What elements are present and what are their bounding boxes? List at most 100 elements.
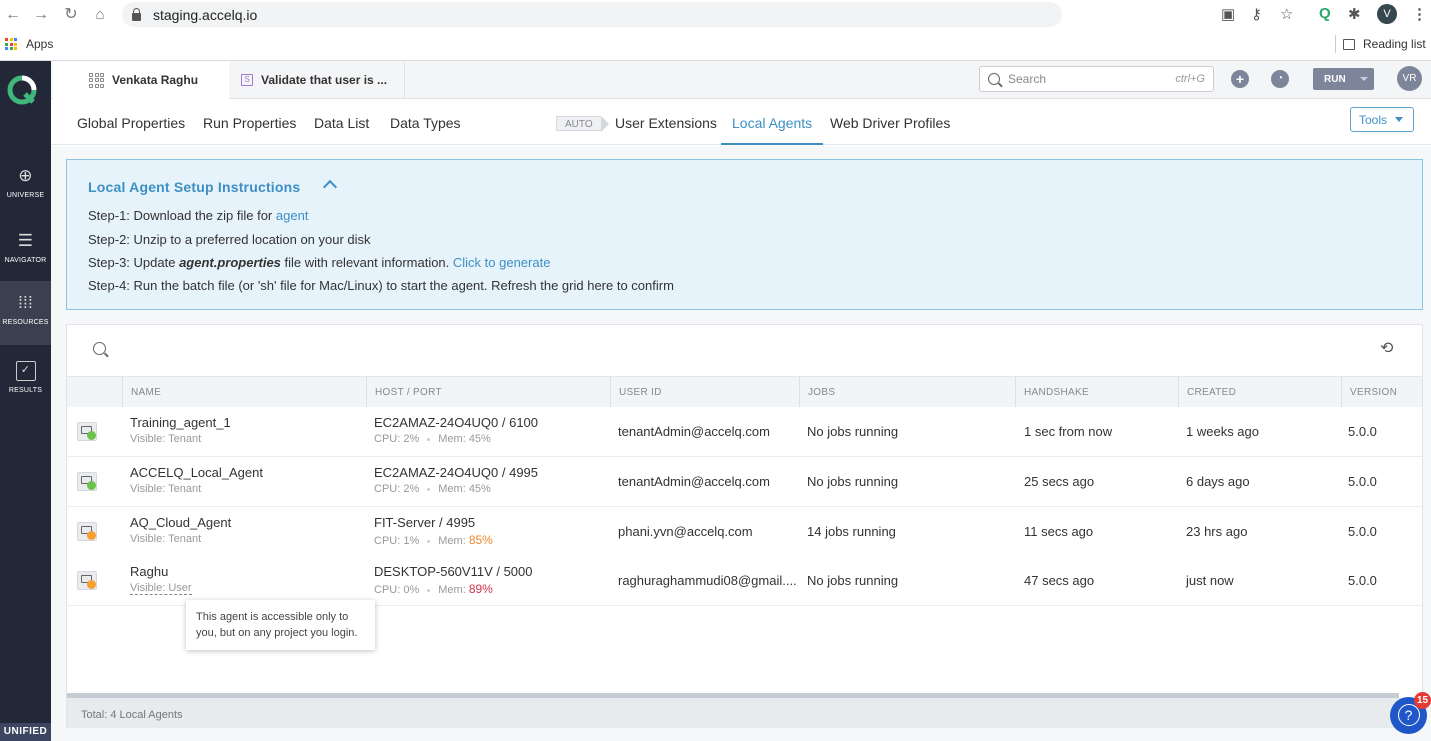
step-text: Step-1: Download the zip file for xyxy=(88,208,276,223)
nav-web-driver-profiles[interactable]: Web Driver Profiles xyxy=(830,100,950,145)
search-shortcut: ctrl+G xyxy=(1175,73,1205,85)
notification-badge: 15 xyxy=(1414,692,1431,709)
forward-icon[interactable]: → xyxy=(33,7,49,23)
mem-usage: 45% xyxy=(468,433,491,445)
cpu-usage: CPU: 2% xyxy=(374,433,420,445)
agent-resources: CPU: 1% Mem: 85% xyxy=(374,533,493,547)
table-header: NAME HOST / PORT USER ID JOBS HANDSHAKE … xyxy=(67,376,1422,408)
cpu-usage: CPU: 1% xyxy=(374,535,420,547)
column-header-name[interactable]: NAME xyxy=(122,377,366,408)
tab-label: Validate that user is ... xyxy=(261,73,388,87)
nav-local-agents[interactable]: Local Agents xyxy=(721,100,824,145)
mem-label: Mem: xyxy=(438,483,469,495)
separator-dot xyxy=(427,437,431,441)
user-avatar[interactable]: VR xyxy=(1397,66,1422,91)
agent-user-id: tenantAdmin@accelq.com xyxy=(618,474,770,489)
agent-version: 5.0.0 xyxy=(1348,524,1377,539)
status-dot xyxy=(87,580,96,589)
browser-toolbar: ← → ↻ ⌂ staging.accelq.io ▣ ⚷ ☆ Q ✱ V ⋮ xyxy=(0,0,1431,30)
rail-item-results[interactable]: ✓ RESULTS xyxy=(0,349,51,413)
s-icon: S xyxy=(241,74,253,86)
grid-icon xyxy=(89,72,104,88)
agent-user-id: raghuraghammudi08@gmail.... xyxy=(618,573,797,588)
bookmarks-bar: Apps Reading list xyxy=(0,30,1431,61)
agent-visibility[interactable]: Visible: User xyxy=(130,582,192,595)
star-icon[interactable]: ☆ xyxy=(1280,5,1293,23)
agent-user-id: tenantAdmin@accelq.com xyxy=(618,424,770,439)
rail-item-label: UNIVERSE xyxy=(6,192,45,199)
reading-list-button[interactable]: Reading list xyxy=(1335,35,1426,53)
agent-version: 5.0.0 xyxy=(1348,573,1377,588)
agent-name[interactable]: AQ_Cloud_Agent xyxy=(130,515,231,530)
rail-item-navigator[interactable]: ☰ NAVIGATOR xyxy=(0,219,51,283)
status-dot xyxy=(87,431,96,440)
refresh-icon[interactable]: ⟲ xyxy=(1380,341,1398,357)
agent-resources: CPU: 2% Mem: 45% xyxy=(374,483,491,495)
nav-run-properties[interactable]: Run Properties xyxy=(203,100,296,145)
agent-name[interactable]: Training_agent_1 xyxy=(130,415,231,430)
agent-jobs: No jobs running xyxy=(807,424,899,439)
column-header-host-port[interactable]: HOST / PORT xyxy=(366,377,610,408)
visibility-tooltip: This agent is accessible only to you, bu… xyxy=(186,600,375,650)
tab-venkata-raghu[interactable]: Venkata Raghu xyxy=(53,61,229,99)
nav-data-list[interactable]: Data List xyxy=(314,100,369,145)
accelq-logo[interactable] xyxy=(7,75,37,105)
table-row[interactable]: Raghu Visible: User DESKTOP-560V11V / 5000… xyxy=(67,556,1422,606)
key-icon[interactable]: ⚷ xyxy=(1251,5,1262,23)
home-icon[interactable]: ⌂ xyxy=(92,7,108,23)
table-row[interactable]: AQ_Cloud_Agent Visible: Tenant FIT-Server … xyxy=(67,507,1422,557)
chevron-down-icon[interactable] xyxy=(1359,77,1368,81)
agent-download-link[interactable]: agent xyxy=(276,208,309,223)
chevron-up-icon[interactable] xyxy=(322,179,338,195)
cpu-usage: CPU: 0% xyxy=(374,584,420,596)
main-content: Local Agent Setup Instructions Step-1: D… xyxy=(51,146,1431,741)
agent-name[interactable]: Raghu xyxy=(130,564,168,579)
table-row[interactable]: ACCELQ_Local_Agent Visible: Tenant EC2AMAZ… xyxy=(67,457,1422,507)
tools-dropdown[interactable]: Tools xyxy=(1350,107,1414,132)
profile-avatar[interactable]: V xyxy=(1377,4,1397,24)
agent-host-port: FIT-Server / 4995 xyxy=(374,515,476,530)
click-to-generate-link[interactable]: Click to generate xyxy=(453,255,551,270)
agent-host-port: EC2AMAZ-24O4UQ0 / 6100 xyxy=(374,415,539,430)
tab-validate-user[interactable]: S Validate that user is ... xyxy=(229,61,405,99)
rail-item-label: RESOURCES xyxy=(2,319,49,326)
nav-data-types[interactable]: Data Types xyxy=(390,100,461,145)
resource-nav: Global Properties Run Properties Data Li… xyxy=(51,100,1431,145)
rail-item-label: RESULTS xyxy=(8,387,43,394)
rail-item-universe[interactable]: ⊕ UNIVERSE xyxy=(0,154,51,218)
agent-status-icon xyxy=(77,522,97,541)
extensions-icon[interactable]: ✱ xyxy=(1348,5,1361,23)
tools-label: Tools xyxy=(1359,112,1388,127)
column-header-created[interactable]: CREATED xyxy=(1178,377,1341,408)
separator-dot xyxy=(427,487,431,491)
back-icon[interactable]: ← xyxy=(5,7,21,23)
accelq-extension-icon[interactable]: Q xyxy=(1319,5,1331,22)
qr-icon[interactable]: ▣ xyxy=(1221,5,1235,23)
history-icon[interactable]: ◔ xyxy=(1271,70,1289,88)
column-header-user-id[interactable]: USER ID xyxy=(610,377,799,408)
search-icon[interactable] xyxy=(93,342,106,355)
apps-icon[interactable] xyxy=(5,38,17,50)
instructions-title: Local Agent Setup Instructions xyxy=(88,179,301,195)
add-button[interactable]: + xyxy=(1231,70,1249,88)
nav-user-extensions[interactable]: User Extensions xyxy=(615,100,717,145)
run-button[interactable]: RUN xyxy=(1313,68,1374,90)
menu-icon[interactable]: ⋮ xyxy=(1412,5,1427,23)
column-header-version[interactable]: VERSION xyxy=(1341,377,1422,408)
column-header-handshake[interactable]: HANDSHAKE xyxy=(1015,377,1178,408)
search-input[interactable]: Search ctrl+G xyxy=(979,66,1214,92)
step-3: Step-3: Update agent.properties file wit… xyxy=(88,255,550,270)
table-row[interactable]: Training_agent_1 Visible: Tenant EC2AMAZ-2… xyxy=(67,407,1422,457)
address-bar[interactable]: staging.accelq.io xyxy=(122,2,1062,27)
rail-item-resources[interactable]: ⁞⁞⁞ RESOURCES xyxy=(0,281,51,345)
agent-jobs: No jobs running xyxy=(807,474,899,489)
agent-created: 1 weeks ago xyxy=(1186,424,1259,439)
step-text: file with relevant information. xyxy=(280,255,453,270)
apps-link[interactable]: Apps xyxy=(26,37,53,51)
mem-usage: 45% xyxy=(468,483,491,495)
agent-name[interactable]: ACCELQ_Local_Agent xyxy=(130,465,263,480)
agent-properties-text: agent.properties xyxy=(179,255,281,270)
reload-icon[interactable]: ↻ xyxy=(63,7,79,23)
nav-global-properties[interactable]: Global Properties xyxy=(77,100,185,145)
column-header-jobs[interactable]: JOBS xyxy=(799,377,1015,408)
